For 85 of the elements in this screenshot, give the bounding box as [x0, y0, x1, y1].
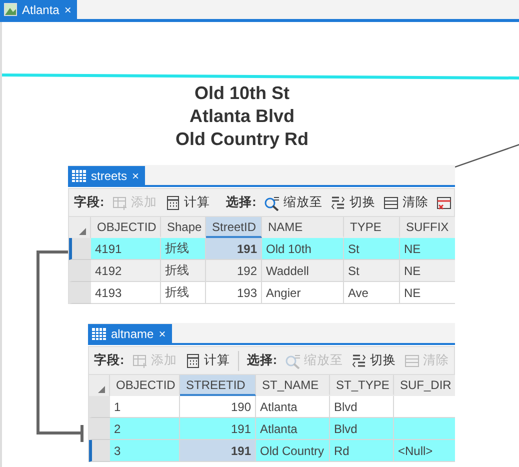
toolbar-label: 字段:	[94, 352, 124, 369]
table-cell: 4191	[91, 238, 161, 260]
table-cell: Old 10th	[262, 238, 344, 260]
column-header[interactable]: NAME	[262, 217, 344, 238]
map-tab[interactable]: Atlanta ×	[0, 0, 78, 19]
table-tab[interactable]: streets ×	[68, 166, 146, 185]
column-header[interactable]: TYPE	[344, 217, 400, 238]
tab-title: altname	[111, 326, 154, 340]
column-header[interactable]: Shape	[161, 217, 206, 238]
close-button[interactable]: ×	[158, 326, 166, 340]
switch-icon	[330, 194, 346, 210]
column-header[interactable]: OBJECTID	[110, 375, 180, 396]
table-cell: 3	[110, 440, 180, 462]
table-cell: St	[344, 260, 400, 282]
table-icon	[72, 170, 86, 182]
table-cell: 折线	[161, 238, 206, 260]
table-cell: NE	[400, 260, 455, 282]
calculator-icon	[165, 194, 182, 210]
column-header[interactable]: ST_TYPE	[330, 375, 394, 396]
column-header[interactable]: SUF_DIR	[394, 375, 455, 396]
toolbar-button[interactable]: 缩放至	[264, 194, 322, 211]
street-line	[455, 143, 519, 168]
table-cell: Angier	[262, 282, 344, 304]
table-cell: Old Country	[256, 440, 330, 462]
table-cell: 191	[206, 238, 262, 260]
table-cell: Atlanta	[256, 418, 330, 440]
row-header[interactable]	[69, 238, 91, 260]
delete-icon	[436, 194, 452, 210]
table-cell: 191	[180, 418, 256, 440]
table-cell: 4193	[91, 282, 161, 304]
add-field-icon	[112, 194, 128, 210]
column-header[interactable]: SUFFIX	[400, 217, 455, 238]
table-tab[interactable]: altname ×	[88, 324, 172, 343]
table-cell: 折线	[161, 260, 206, 282]
table-cell: Waddell	[262, 260, 344, 282]
toolbar-button[interactable]: 切换	[330, 194, 376, 211]
calculator-icon	[185, 352, 202, 368]
table-cell: 193	[206, 282, 262, 304]
table-cell: 2	[110, 418, 180, 440]
tab-title: streets	[91, 168, 128, 182]
table-cell: Atlanta	[256, 396, 330, 418]
table-cell: 191	[180, 440, 256, 462]
table-cell: Rd	[330, 440, 394, 462]
table-cell: Ave	[344, 282, 400, 304]
corner-triangle-icon	[79, 228, 86, 235]
toolbar-label: 选择:	[226, 194, 256, 211]
toolbar-label: 字段:	[74, 194, 104, 211]
zoom-icon	[285, 352, 301, 368]
close-button[interactable]: ×	[64, 2, 72, 16]
list-icon	[383, 194, 400, 210]
toolbar-button[interactable]	[436, 194, 452, 210]
table-cell: 1	[110, 396, 180, 418]
toolbar-label: 选择:	[246, 352, 277, 369]
column-header[interactable]: StreetID	[206, 217, 262, 238]
table-cell: Blvd	[330, 396, 394, 418]
corner-triangle-icon	[98, 386, 105, 393]
table-cell: 4192	[91, 260, 161, 282]
table-corner[interactable]	[69, 217, 91, 238]
toolbar-button[interactable]: 计算	[185, 352, 230, 369]
street-label: Atlanta Blvd	[189, 105, 294, 128]
list-icon	[404, 352, 420, 368]
table-cell: 192	[206, 260, 262, 282]
table-cell: NE	[400, 238, 455, 260]
street-label: Old 10th St	[194, 82, 290, 105]
add-field-icon	[132, 352, 148, 368]
zoom-icon	[264, 194, 280, 210]
switch-icon	[351, 352, 367, 368]
table-icon	[92, 328, 106, 340]
table-corner[interactable]	[89, 375, 110, 396]
table-cell: <Null>	[394, 440, 455, 462]
toolbar-button[interactable]: 清除	[383, 194, 428, 211]
column-header[interactable]: STREETID	[180, 375, 256, 396]
close-button[interactable]: ×	[132, 168, 140, 182]
table-cell: St	[344, 238, 400, 260]
column-header[interactable]: OBJECTID	[91, 217, 161, 238]
column-header[interactable]: ST_NAME	[256, 375, 330, 396]
table-cell: 折线	[161, 282, 206, 304]
row-header[interactable]	[89, 440, 110, 462]
toolbar-button[interactable]: 切换	[351, 352, 396, 369]
tab-title: Atlanta	[22, 2, 60, 16]
map-icon	[4, 3, 17, 16]
table-cell: Blvd	[330, 418, 394, 440]
table-cell: 190	[180, 396, 256, 418]
street-label: Old Country Rd	[176, 128, 308, 151]
toolbar-button[interactable]: 计算	[165, 194, 210, 211]
